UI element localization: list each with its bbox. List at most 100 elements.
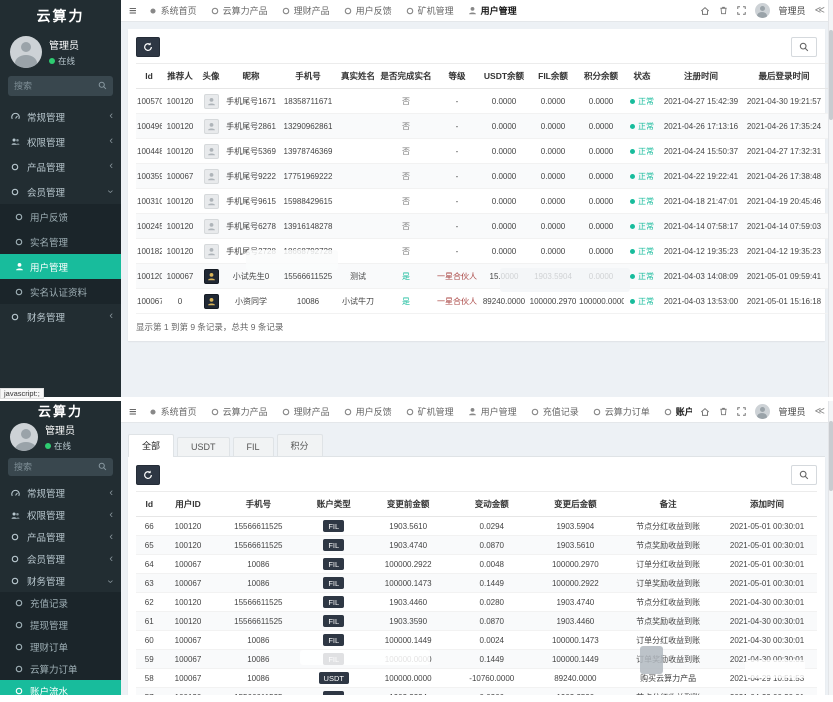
scrollbar-thumb[interactable] bbox=[829, 30, 833, 120]
nav-tab[interactable]: 矿机管理 bbox=[406, 4, 454, 17]
table-search-button[interactable] bbox=[791, 465, 817, 485]
sidebar-item[interactable]: 常规管理‹ bbox=[0, 104, 121, 129]
nav-tab-label: 用户反馈 bbox=[356, 4, 392, 17]
filter-tab[interactable]: 积分 bbox=[277, 434, 323, 456]
table-cell: - bbox=[434, 164, 480, 189]
scrollbar-thumb[interactable] bbox=[829, 421, 833, 491]
table-cell bbox=[198, 214, 224, 239]
sidebar-subitem[interactable]: 账户流水 bbox=[0, 680, 121, 695]
nav-tab[interactable]: 系统首页 bbox=[149, 4, 197, 17]
nav-tab[interactable]: 云算力产品 bbox=[211, 405, 268, 418]
trash-icon[interactable] bbox=[719, 6, 728, 15]
table-cell: 2021-04-29 00:30:01 bbox=[717, 688, 817, 696]
sidebar-subitem[interactable]: 实名认证资料 bbox=[0, 279, 121, 304]
nav-tab[interactable]: 矿机管理 bbox=[406, 405, 454, 418]
table-row: 100120100067小试先生015566611525测试是一星合伙人15.0… bbox=[136, 264, 833, 289]
hamburger-icon[interactable]: ≡ bbox=[129, 405, 137, 418]
sidebar-subitem[interactable]: 实名管理 bbox=[0, 229, 121, 254]
table-cell: 62 bbox=[136, 593, 163, 612]
sidebar-search-input[interactable] bbox=[14, 462, 84, 472]
table-cell bbox=[198, 189, 224, 214]
account-type-badge: FIL bbox=[323, 653, 344, 665]
nav-tab[interactable]: 用户管理 bbox=[468, 405, 517, 418]
sidebar-item[interactable]: 产品管理‹ bbox=[0, 526, 121, 548]
admin-menu[interactable]: 管理员 bbox=[779, 4, 806, 17]
person-icon bbox=[468, 6, 477, 15]
sidebar-item[interactable]: 财务管理‹ bbox=[0, 304, 121, 329]
search-icon[interactable] bbox=[98, 458, 107, 476]
table-search-button[interactable] bbox=[791, 37, 817, 57]
admin-menu[interactable]: 管理员 bbox=[779, 405, 806, 418]
nav-tab[interactable]: 理财产品 bbox=[282, 405, 330, 418]
account-type-badge: FIL bbox=[323, 615, 344, 627]
status-dot-icon bbox=[630, 149, 635, 154]
nav-tab[interactable]: 云算力订单 bbox=[593, 405, 650, 418]
nav-tab[interactable]: 账户流水 bbox=[664, 405, 692, 418]
nav-tab-label: 理财产品 bbox=[294, 405, 330, 418]
hamburger-icon[interactable]: ≡ bbox=[129, 4, 137, 17]
scrollbar[interactable] bbox=[828, 0, 833, 397]
fullscreen-icon[interactable] bbox=[737, 407, 746, 416]
nav-tab[interactable]: 理财产品 bbox=[282, 4, 330, 17]
table-cell: 0.0000 bbox=[480, 239, 528, 264]
scrollbar[interactable] bbox=[828, 401, 833, 695]
sidebar-search-input[interactable] bbox=[14, 81, 84, 91]
table-cell: 正常 bbox=[624, 89, 660, 114]
home-icon[interactable] bbox=[700, 407, 710, 417]
table-cell: 100000.0000 bbox=[364, 650, 452, 669]
user-panel: 管理员 在线 bbox=[0, 420, 121, 458]
admin-avatar[interactable] bbox=[755, 404, 770, 419]
sidebar-item[interactable]: 产品管理‹ bbox=[0, 154, 121, 179]
nav-tab[interactable]: 云算力产品 bbox=[211, 4, 268, 17]
table-cell: 89240.0000 bbox=[532, 669, 620, 688]
circle-icon bbox=[282, 408, 290, 416]
sidebar-item[interactable]: 会员管理‹ bbox=[0, 179, 121, 204]
home-icon[interactable] bbox=[700, 6, 710, 16]
sidebar-item[interactable]: 权限管理‹ bbox=[0, 504, 121, 526]
sidebar-subitem[interactable]: 理财订单 bbox=[0, 636, 121, 658]
table-cell: 89240.0000 bbox=[480, 289, 528, 314]
record-summary: 显示第 1 到第 9 条记录，总共 9 条记录 bbox=[136, 321, 817, 333]
sidebar-subitem[interactable]: 云算力订单 bbox=[0, 658, 121, 680]
status-badge: 正常 bbox=[638, 197, 654, 206]
sidebar-subitem[interactable]: 充值记录 bbox=[0, 592, 121, 614]
collapse-right-icon[interactable]: ≪ bbox=[815, 5, 825, 16]
table-cell: 节点分红收益到账 bbox=[619, 688, 717, 696]
sidebar: 云算力 管理员 在线 常规管理‹权限管理‹产品管理‹会员管理‹用户反馈实名管理用… bbox=[0, 0, 121, 397]
sidebar-item[interactable]: 会员管理‹ bbox=[0, 548, 121, 570]
search-icon[interactable] bbox=[98, 77, 107, 95]
sidebar-subitem[interactable]: 用户管理 bbox=[0, 254, 121, 279]
trash-icon[interactable] bbox=[719, 407, 728, 416]
table-cell bbox=[198, 164, 224, 189]
filter-tab[interactable]: 全部 bbox=[128, 434, 174, 457]
sidebar-item-label: 常规管理 bbox=[27, 486, 109, 500]
table-cell: 100000.2922 bbox=[364, 555, 452, 574]
sidebar-item[interactable]: 常规管理‹ bbox=[0, 482, 121, 504]
sidebar-subitem[interactable]: 用户反馈 bbox=[0, 204, 121, 229]
sidebar-item[interactable]: 财务管理‹ bbox=[0, 570, 121, 592]
table-cell: 否 bbox=[378, 139, 434, 164]
sidebar-item[interactable]: 权限管理‹ bbox=[0, 129, 121, 154]
collapse-right-icon[interactable]: ≪ bbox=[815, 406, 825, 417]
nav-tab[interactable]: 用户反馈 bbox=[344, 405, 392, 418]
nav-tab[interactable]: 用户管理 bbox=[468, 4, 517, 17]
circle-icon bbox=[13, 599, 25, 607]
nav-tab[interactable]: 系统首页 bbox=[149, 405, 197, 418]
refresh-button[interactable] bbox=[136, 465, 160, 485]
admin-avatar[interactable] bbox=[755, 3, 770, 18]
nav-tab[interactable]: 用户反馈 bbox=[344, 4, 392, 17]
table-cell: 100067 bbox=[163, 555, 214, 574]
sidebar-item-label: 权限管理 bbox=[27, 508, 109, 522]
column-header: 是否完成实名 bbox=[378, 64, 434, 89]
refresh-button[interactable] bbox=[136, 37, 160, 57]
fullscreen-icon[interactable] bbox=[737, 6, 746, 15]
table-cell: 2021-04-27 17:32:31 bbox=[742, 139, 826, 164]
sidebar-subitem-label: 账户流水 bbox=[30, 684, 68, 695]
nav-tab[interactable]: 充值记录 bbox=[531, 405, 579, 418]
table-cell: 2021-05-01 00:30:01 bbox=[717, 555, 817, 574]
sidebar-subitem[interactable]: 提现管理 bbox=[0, 614, 121, 636]
filter-tab[interactable]: USDT bbox=[177, 437, 230, 456]
admin-name: 管理员 bbox=[45, 422, 75, 437]
table-cell: 1903.5610 bbox=[364, 517, 452, 536]
filter-tab[interactable]: FIL bbox=[233, 437, 274, 456]
